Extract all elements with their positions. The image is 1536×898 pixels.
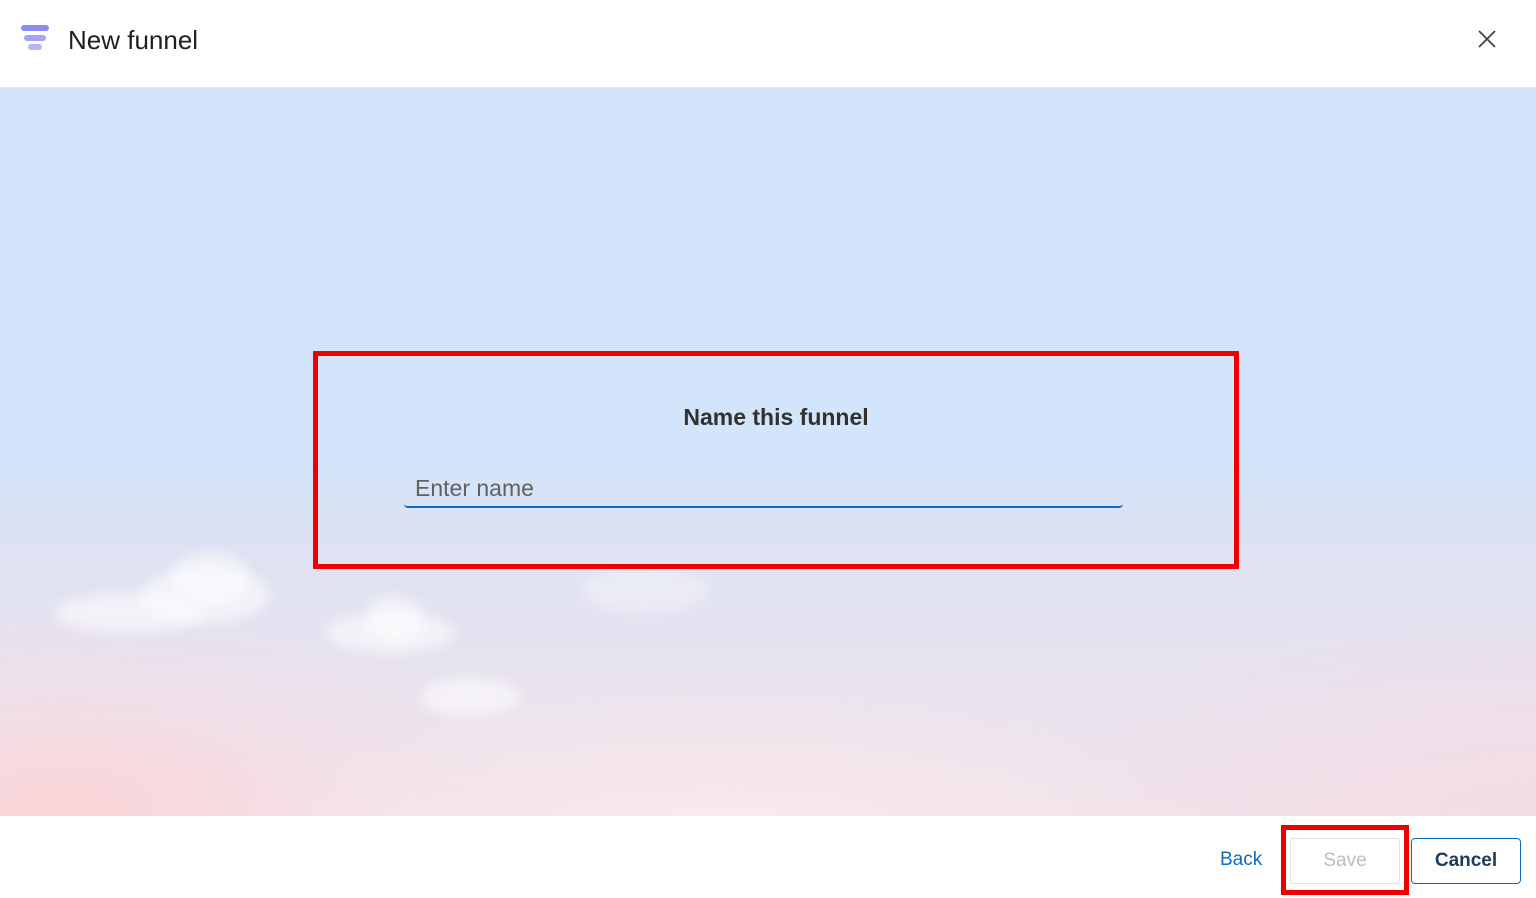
dialog-footer: Back Save Cancel xyxy=(0,816,1536,898)
cloud-decoration xyxy=(420,678,520,716)
cloud-decoration xyxy=(365,596,425,641)
funnel-name-input[interactable] xyxy=(404,470,1123,508)
dialog-title: New funnel xyxy=(68,25,199,55)
dialog-header: New funnel xyxy=(0,0,1536,88)
save-button[interactable]: Save xyxy=(1290,838,1400,884)
close-icon[interactable] xyxy=(1472,24,1502,54)
new-funnel-dialog: New funnel Name this funnel Back Save Ca… xyxy=(0,0,1536,898)
cloud-decoration xyxy=(170,553,250,603)
name-funnel-section: Name this funnel xyxy=(313,351,1239,569)
back-link[interactable]: Back xyxy=(1220,849,1262,871)
cancel-button[interactable]: Cancel xyxy=(1411,838,1521,884)
funnel-icon xyxy=(21,25,49,50)
cloud-decoration xyxy=(580,568,710,613)
content-area: Name this funnel xyxy=(0,88,1536,816)
name-funnel-heading: Name this funnel xyxy=(683,404,869,430)
